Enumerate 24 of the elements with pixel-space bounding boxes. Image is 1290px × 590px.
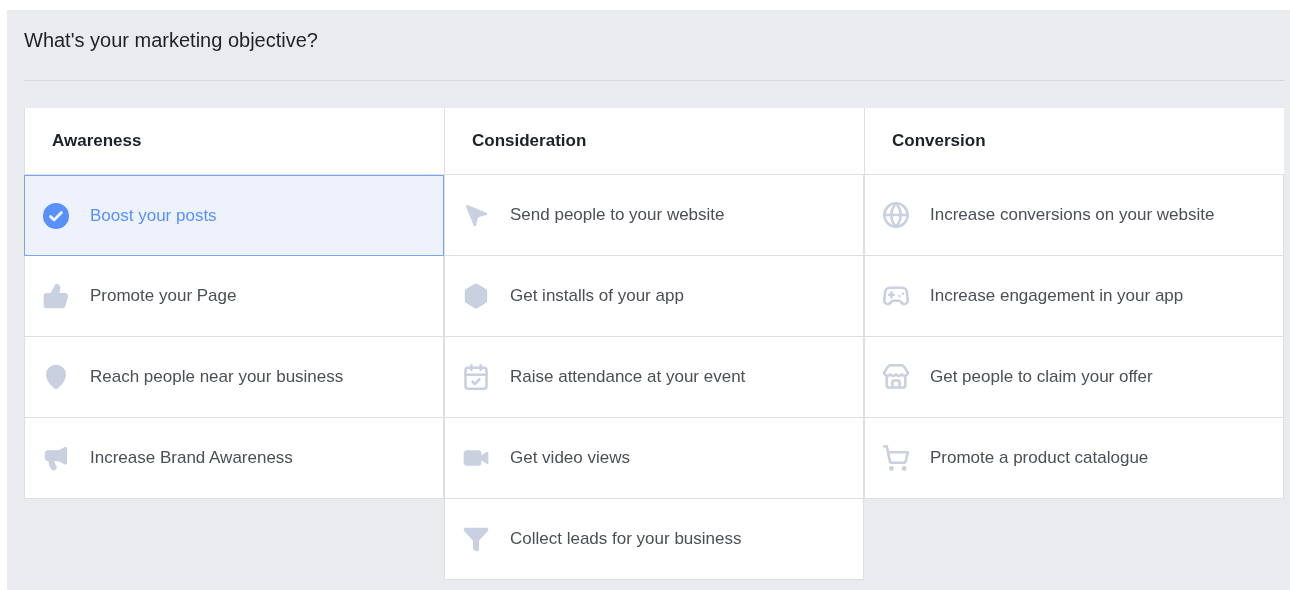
objective-option[interactable]: Increase Brand Awareness bbox=[24, 418, 444, 499]
page-title: What's your marketing objective? bbox=[24, 28, 319, 53]
objective-option[interactable]: Increase conversions on your website bbox=[864, 175, 1284, 256]
column-heading: Conversion bbox=[864, 108, 1284, 175]
column-heading: Consideration bbox=[444, 108, 864, 175]
funnel-icon bbox=[462, 525, 490, 553]
column-heading: Awareness bbox=[24, 108, 444, 175]
cube-icon bbox=[462, 282, 490, 310]
objective-option[interactable]: Collect leads for your business bbox=[444, 499, 864, 580]
objective-option[interactable]: Promote your Page bbox=[24, 256, 444, 337]
globe-icon bbox=[882, 201, 910, 229]
cart-icon bbox=[882, 444, 910, 472]
objective-option[interactable]: Reach people near your business bbox=[24, 337, 444, 418]
objective-option[interactable]: Send people to your website bbox=[444, 175, 864, 256]
objective-option[interactable]: Get people to claim your offer bbox=[864, 337, 1284, 418]
objective-option[interactable]: Raise attendance at your event bbox=[444, 337, 864, 418]
megaphone-icon bbox=[42, 444, 70, 472]
thumbs-up-icon bbox=[42, 282, 70, 310]
objective-option[interactable]: Get installs of your app bbox=[444, 256, 864, 337]
objective-option[interactable]: Get video views bbox=[444, 418, 864, 499]
objective-option[interactable]: Increase engagement in your app bbox=[864, 256, 1284, 337]
calendar-icon bbox=[462, 363, 490, 391]
objective-option[interactable]: Promote a product catalogue bbox=[864, 418, 1284, 499]
storefront-icon bbox=[882, 363, 910, 391]
